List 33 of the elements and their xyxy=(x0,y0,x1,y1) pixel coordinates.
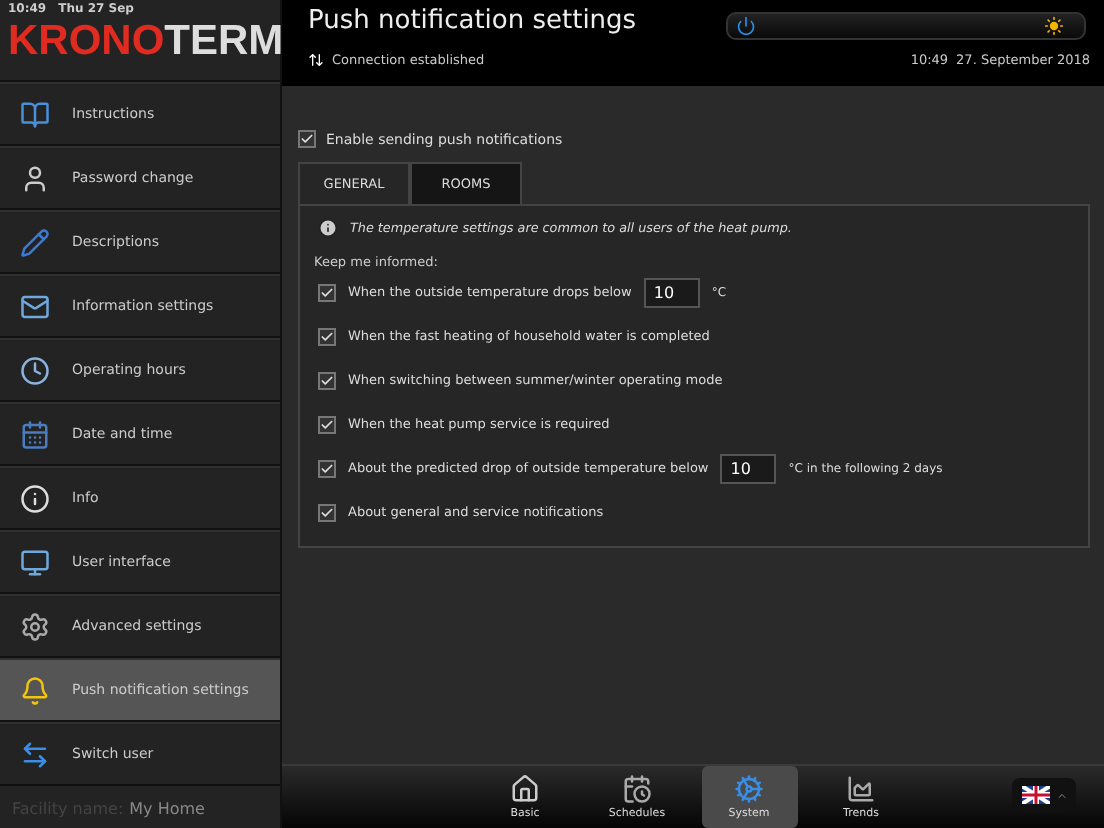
logo: KRONOTERM xyxy=(8,16,284,68)
pencil-icon xyxy=(19,227,49,257)
checkbox[interactable] xyxy=(318,459,336,477)
arrows-icon xyxy=(19,739,49,769)
checkbox[interactable] xyxy=(318,503,336,521)
checkbox[interactable] xyxy=(298,130,316,148)
facility-name: My Home xyxy=(129,800,205,818)
checkbox[interactable] xyxy=(318,371,336,389)
value-field[interactable]: 10 xyxy=(720,453,777,483)
chart-icon xyxy=(846,774,876,804)
checkbox[interactable] xyxy=(318,327,336,345)
connection-icon xyxy=(308,52,324,68)
info-icon xyxy=(318,218,338,238)
checkbox[interactable] xyxy=(318,415,336,433)
book-icon xyxy=(19,99,49,129)
checkbox[interactable] xyxy=(318,283,336,301)
calendar-icon xyxy=(19,419,49,449)
caret-icon xyxy=(1055,789,1067,801)
person-icon xyxy=(19,163,49,193)
gear-icon xyxy=(19,611,49,641)
sun-icon xyxy=(1044,16,1064,36)
home-icon xyxy=(510,774,540,804)
calendar-clock-icon xyxy=(622,774,652,804)
info-icon xyxy=(19,483,49,513)
gear-icon xyxy=(734,774,764,804)
envelope-icon xyxy=(19,291,49,321)
power-icon[interactable] xyxy=(736,16,756,36)
monitor-icon xyxy=(19,547,49,577)
flag-icon xyxy=(1021,786,1049,804)
bell-icon xyxy=(19,675,49,705)
clock-icon xyxy=(19,355,49,385)
page-title: Push notification settings xyxy=(308,6,637,36)
value-field[interactable]: 10 xyxy=(643,277,700,307)
